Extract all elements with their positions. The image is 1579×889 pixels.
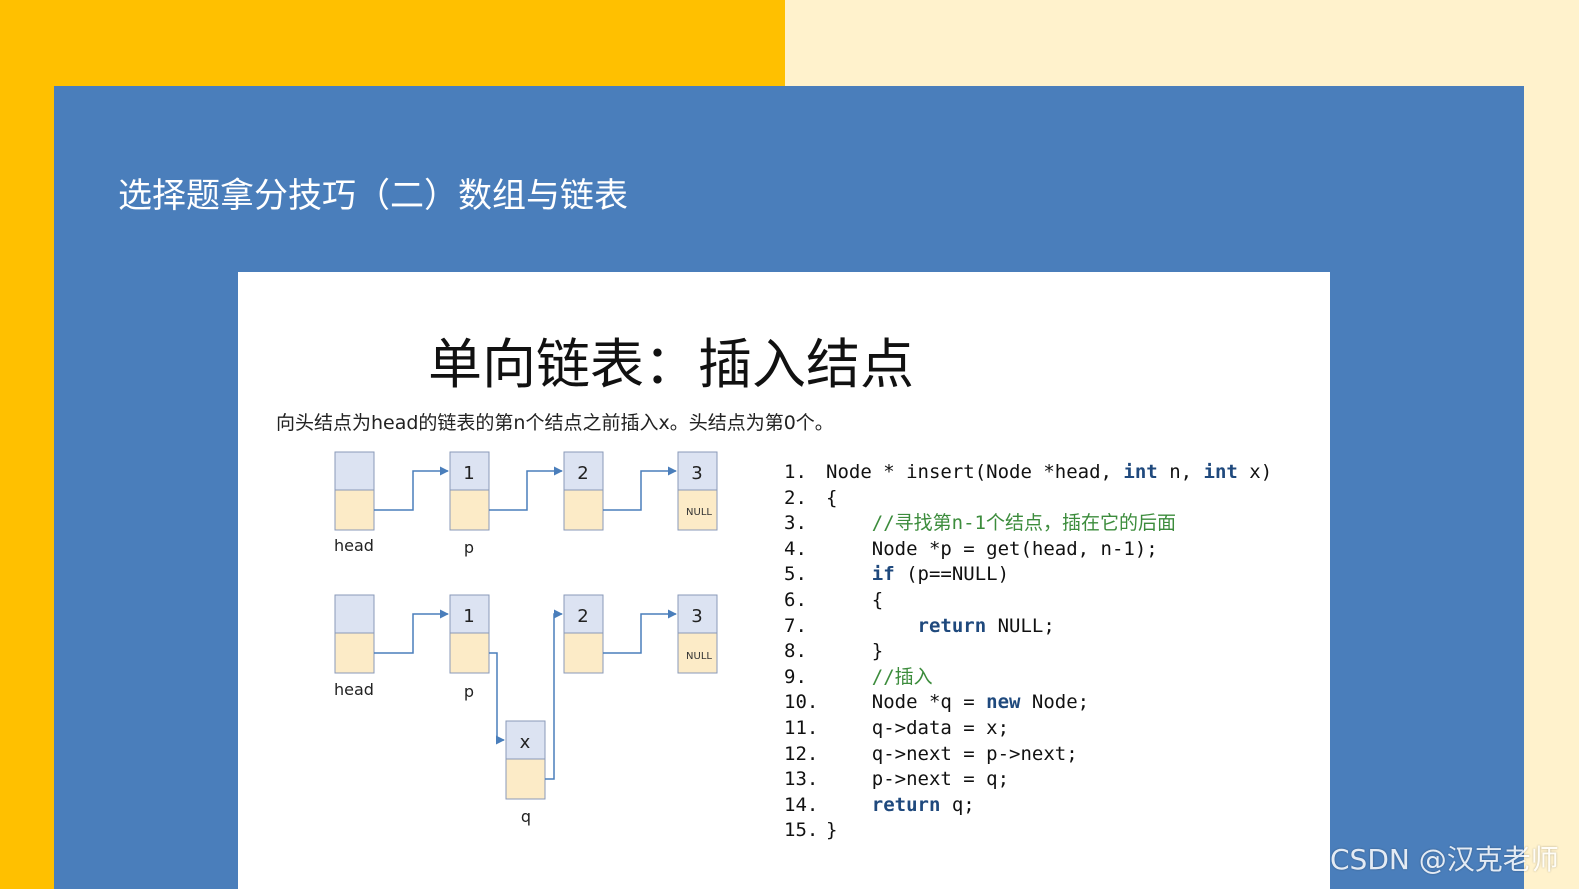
- line-number: 10.: [784, 691, 819, 714]
- list-node-head: [334, 451, 375, 531]
- code-text: x): [1237, 461, 1273, 483]
- code-text: (p==NULL): [894, 563, 1010, 586]
- next-arrow: [374, 609, 449, 654]
- code-text: n,: [1157, 461, 1204, 483]
- next-arrow: [489, 466, 563, 511]
- list-node-2: 2: [563, 594, 604, 674]
- line-number: 3.: [784, 512, 807, 535]
- node-value: 2: [577, 606, 588, 627]
- code-text: Node;: [1020, 691, 1090, 714]
- line-number: 11.: [784, 716, 819, 739]
- list-node-2: 2: [563, 451, 604, 531]
- code-line: 1. Node * insert(Node *head, int n, int x…: [784, 460, 1272, 486]
- line-number: 15.: [784, 819, 819, 842]
- node-value: 1: [463, 606, 474, 627]
- code-keyword: int: [1123, 461, 1158, 483]
- code-line: 7. return NULL;: [784, 614, 1272, 640]
- node-value: 2: [577, 463, 588, 484]
- line-number: 4.: [784, 537, 807, 560]
- code-text: Node * insert(Node *head,: [826, 461, 1124, 483]
- list-node-x: x: [505, 720, 546, 800]
- linked-list-diagram: 1 2 3 NULL head p 1 2 3 NULL x head p q: [334, 451, 718, 826]
- line-number: 5.: [784, 563, 807, 586]
- code-text: q->data = x;: [826, 716, 1010, 739]
- pointer-label-head: head: [334, 680, 374, 699]
- list-node-3: 3 NULL: [677, 451, 718, 531]
- line-number: 1.: [784, 461, 807, 483]
- line-number: 7.: [784, 614, 807, 637]
- code-listing: 1. Node * insert(Node *head, int n, int x…: [784, 460, 1272, 844]
- pointer-label-p: p: [464, 682, 474, 701]
- code-line: 12. q->next = p->next;: [784, 742, 1272, 768]
- code-line: 8. }: [784, 639, 1272, 665]
- code-line: 15.}: [784, 818, 1272, 844]
- content-image: 单向链表：插入结点 向头结点为head的链表的第n个结点之前插入x。头结点为第0…: [238, 272, 1330, 889]
- code-line: 9. //插入: [784, 665, 1272, 691]
- code-line: 10. Node *q = new Node;: [784, 690, 1272, 716]
- code-text: NULL;: [986, 614, 1055, 637]
- code-text: }: [826, 819, 838, 842]
- next-arrow: [603, 466, 677, 511]
- code-keyword: return: [917, 614, 987, 637]
- list-node-3: 3 NULL: [677, 594, 718, 674]
- code-line: 11. q->data = x;: [784, 716, 1272, 742]
- next-arrow: [374, 466, 449, 511]
- next-arrow: [603, 609, 677, 654]
- node-value: 3: [691, 463, 702, 484]
- list-node-head: [334, 594, 375, 674]
- code-text: {: [826, 486, 838, 509]
- code-text: q->next = p->next;: [826, 742, 1078, 765]
- code-keyword: int: [1203, 461, 1238, 483]
- code-keyword: new: [986, 691, 1021, 714]
- code-keyword: return: [871, 793, 941, 816]
- line-number: 8.: [784, 640, 807, 663]
- code-keyword: if: [871, 563, 895, 586]
- code-line: 4. Node *p = get(head, n-1);: [784, 537, 1272, 563]
- next-arrow: [545, 609, 563, 780]
- node-value: 3: [691, 606, 702, 627]
- code-comment: //寻找第n-1个结点，插在它的后面: [871, 512, 1176, 535]
- node-value: 1: [463, 463, 474, 484]
- node-value: x: [520, 732, 531, 753]
- code-text: }: [826, 640, 884, 663]
- slide-title: 选择题拿分技巧（二）数组与链表: [118, 176, 628, 216]
- line-number: 9.: [784, 665, 807, 688]
- next-arrow: [489, 652, 505, 745]
- pointer-label-q: q: [521, 807, 531, 826]
- diagram-2: 1 2 3 NULL x head p q: [334, 594, 718, 826]
- code-text: q;: [940, 793, 975, 816]
- null-label: NULL: [686, 651, 712, 662]
- line-number: 12.: [784, 742, 819, 765]
- code-comment: //插入: [871, 665, 933, 688]
- pointer-label-p: p: [464, 538, 474, 557]
- line-number: 14.: [784, 793, 819, 816]
- code-text: p->next = q;: [826, 768, 1010, 791]
- list-node-1: 1: [449, 451, 490, 531]
- list-node-1: 1: [449, 594, 490, 674]
- code-text: {: [826, 588, 884, 611]
- pointer-label-head: head: [334, 536, 374, 555]
- code-line: 6. {: [784, 588, 1272, 614]
- code-text: Node *q =: [826, 691, 987, 714]
- null-label: NULL: [686, 507, 712, 518]
- code-line: 13. p->next = q;: [784, 767, 1272, 793]
- code-line: 3. //寻找第n-1个结点，插在它的后面: [784, 511, 1272, 537]
- line-number: 6.: [784, 588, 807, 611]
- code-text: Node *p = get(head, n-1);: [826, 537, 1158, 560]
- code-line: 2. {: [784, 486, 1272, 512]
- code-line: 5. if (p==NULL): [784, 562, 1272, 588]
- line-number: 2.: [784, 486, 807, 509]
- diagram-1: 1 2 3 NULL head p: [334, 451, 718, 557]
- line-number: 13.: [784, 768, 819, 791]
- watermark: CSDN @汉克老师: [1330, 843, 1559, 876]
- code-line: 14. return q;: [784, 793, 1272, 819]
